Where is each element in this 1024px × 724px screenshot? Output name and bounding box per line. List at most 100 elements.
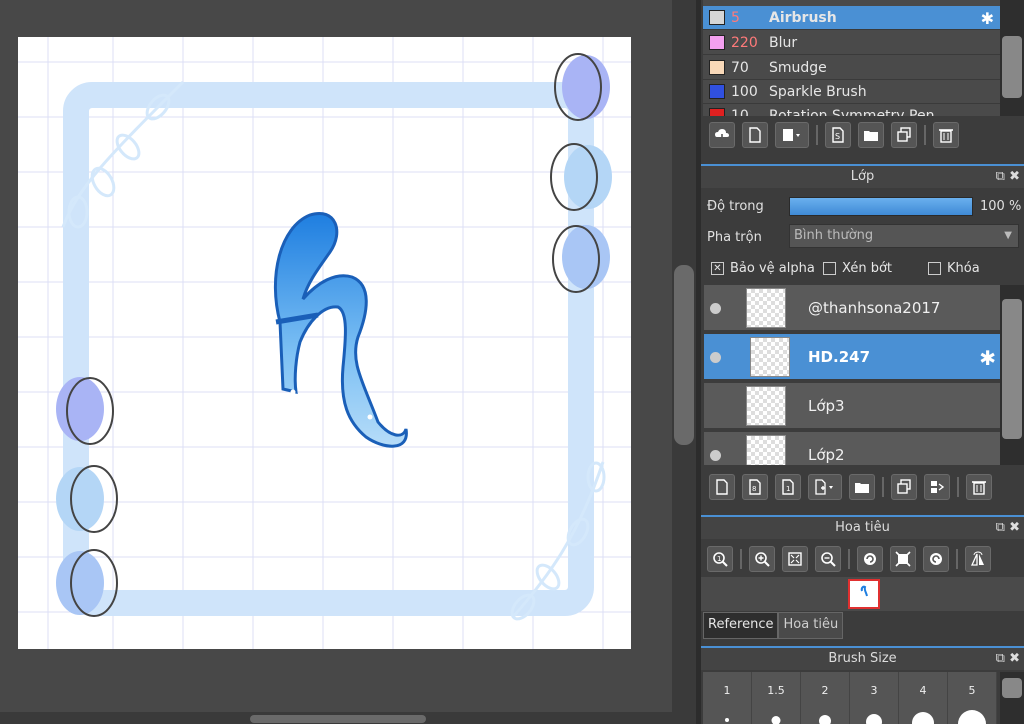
close-icon[interactable]: ✖ <box>1009 520 1020 535</box>
brush-size-option[interactable]: 2 <box>801 672 850 724</box>
brush-size-option[interactable]: 1.5 <box>752 672 801 724</box>
layer-row[interactable]: @thanhsona2017 <box>704 285 1000 332</box>
canvas-workspace[interactable] <box>0 0 672 712</box>
brush-size-option[interactable]: 5 <box>948 672 997 724</box>
rotate-right-button[interactable] <box>923 546 949 572</box>
new-brush-button[interactable] <box>742 122 768 148</box>
opacity-value: 100 % <box>980 199 1022 214</box>
navigator-panel-title: Hoa tiêu <box>835 520 890 535</box>
new-layer-button[interactable] <box>709 474 735 500</box>
layer-name: @thanhsona2017 <box>808 299 941 317</box>
popout-icon[interactable]: ⧉ <box>996 169 1005 184</box>
popout-icon[interactable]: ⧉ <box>996 520 1005 535</box>
checkbox-icon <box>823 262 836 275</box>
blend-mode-value: Bình thường <box>794 228 874 243</box>
layer-row-selected[interactable]: HD.247 ✱ <box>704 334 1000 381</box>
gear-icon[interactable]: ✱ <box>981 9 994 28</box>
layer-list-scroll-thumb[interactable] <box>1002 299 1022 439</box>
flip-horizontal-icon <box>970 551 984 566</box>
brush-name: Sparkle Brush <box>769 83 867 100</box>
layer-list-scrollbar[interactable] <box>1000 285 1024 465</box>
gear-icon[interactable]: ✱ <box>979 346 996 370</box>
brush-item-rotation-symmetry-pen[interactable]: 10 Rotation Symmetry Pen <box>703 104 1000 116</box>
delete-brush-button[interactable] <box>933 122 959 148</box>
close-icon[interactable]: ✖ <box>1009 651 1020 666</box>
lock-checkbox[interactable]: Khóa <box>928 261 980 276</box>
visibility-eye-icon[interactable] <box>710 352 721 363</box>
drawing-canvas[interactable] <box>18 37 631 649</box>
protect-alpha-checkbox[interactable]: ✕ Bảo vệ alpha <box>711 261 815 276</box>
clipping-label: Xén bớt <box>842 261 892 276</box>
canvas-vertical-scroll-thumb[interactable] <box>674 265 694 445</box>
brush-size-dot <box>819 715 831 724</box>
opacity-label: Độ trong <box>707 199 764 214</box>
delete-layer-button[interactable] <box>966 474 992 500</box>
close-icon[interactable]: ✖ <box>1009 169 1020 184</box>
new-1bit-layer-button[interactable]: 1 <box>775 474 801 500</box>
zoom-in-button[interactable] <box>749 546 775 572</box>
cloud-brush-button[interactable] <box>709 122 735 148</box>
cloud-download-icon <box>715 129 729 143</box>
layer-name: Lớp3 <box>808 397 845 415</box>
rotate-right-icon <box>930 553 942 565</box>
opacity-slider[interactable] <box>789 197 973 216</box>
duplicate-brush-button[interactable] <box>891 122 917 148</box>
svg-text:1: 1 <box>717 555 721 563</box>
zoom-actual-button[interactable]: 1 <box>707 546 733 572</box>
brush-list-scroll-thumb[interactable] <box>1002 36 1022 98</box>
brush-size-option[interactable]: 3 <box>850 672 899 724</box>
brush-item-airbrush[interactable]: 5 Airbrush ✱ <box>703 6 1000 30</box>
layer-list: @thanhsona2017 HD.247 ✱ Lớp3 Lớp2 <box>704 285 1000 465</box>
trash-icon <box>972 481 986 495</box>
clipping-checkbox[interactable]: Xén bớt <box>823 261 892 276</box>
add-brush-menu-button[interactable] <box>775 122 809 148</box>
fit-window-button[interactable] <box>782 546 808 572</box>
brush-size-number: 4 <box>919 684 927 697</box>
rotate-left-icon <box>864 553 876 565</box>
brush-size-scrollbar[interactable] <box>1000 672 1024 724</box>
navigator-preview[interactable] <box>701 577 1024 611</box>
brush-size-grid: 1 1.5 2 3 4 5 <box>703 672 999 724</box>
duplicate-layer-button[interactable] <box>891 474 917 500</box>
canvas-horizontal-scrollbar[interactable] <box>0 712 672 724</box>
panel-controls: ⧉ ✖ <box>996 166 1020 188</box>
layer-thumbnail <box>746 386 786 426</box>
blend-mode-select[interactable]: Bình thường ▼ <box>789 224 1019 248</box>
brush-size-scroll-thumb[interactable] <box>1002 678 1022 698</box>
brush-name: Smudge <box>769 59 827 76</box>
add-layer-menu-button[interactable] <box>808 474 842 500</box>
brush-size-option[interactable]: 4 <box>899 672 948 724</box>
brush-item-blur[interactable]: 220 Blur <box>703 31 1000 55</box>
zoom-out-button[interactable] <box>815 546 841 572</box>
canvas-vertical-scrollbar[interactable] <box>672 0 696 724</box>
navigator-viewport-frame[interactable] <box>848 579 880 609</box>
brush-size-value: 100 <box>731 83 758 100</box>
reset-view-button[interactable] <box>890 546 916 572</box>
merge-layer-button[interactable] <box>924 474 950 500</box>
brush-list-scrollbar[interactable] <box>1000 0 1024 116</box>
brush-item-sparkle-brush[interactable]: 100 Sparkle Brush <box>703 80 1000 104</box>
visibility-eye-icon[interactable] <box>710 303 721 314</box>
layer-thumbnail <box>746 435 786 465</box>
layer-folder-button[interactable] <box>849 474 875 500</box>
rotate-left-button[interactable] <box>857 546 883 572</box>
brush-folder-button[interactable] <box>858 122 884 148</box>
tab-reference[interactable]: Reference <box>703 612 779 639</box>
layer-row[interactable]: Lớp2 <box>704 432 1000 465</box>
popout-icon[interactable]: ⧉ <box>996 651 1005 666</box>
brush-size-value: 220 <box>731 34 758 51</box>
brush-size-option[interactable]: 1 <box>703 672 752 724</box>
flip-horizontal-button[interactable] <box>965 546 991 572</box>
layer-row[interactable]: Lớp3 <box>704 383 1000 430</box>
brush-list: 5 Airbrush ✱ 220 Blur 70 Smudge 100 Spar… <box>703 0 1000 116</box>
brush-item-smudge[interactable]: 70 Smudge <box>703 56 1000 80</box>
canvas-horizontal-scroll-thumb[interactable] <box>250 715 426 723</box>
layer-thumbnail <box>746 288 786 328</box>
svg-text:8: 8 <box>752 485 756 493</box>
layer-name: HD.247 <box>808 348 871 366</box>
tab-navigator[interactable]: Hoa tiêu <box>778 612 844 639</box>
new-8bit-layer-button[interactable]: 8 <box>742 474 768 500</box>
panel-controls: ⧉ ✖ <box>996 517 1020 539</box>
visibility-eye-icon[interactable] <box>710 450 721 461</box>
brush-settings-file-button[interactable]: S <box>825 122 851 148</box>
